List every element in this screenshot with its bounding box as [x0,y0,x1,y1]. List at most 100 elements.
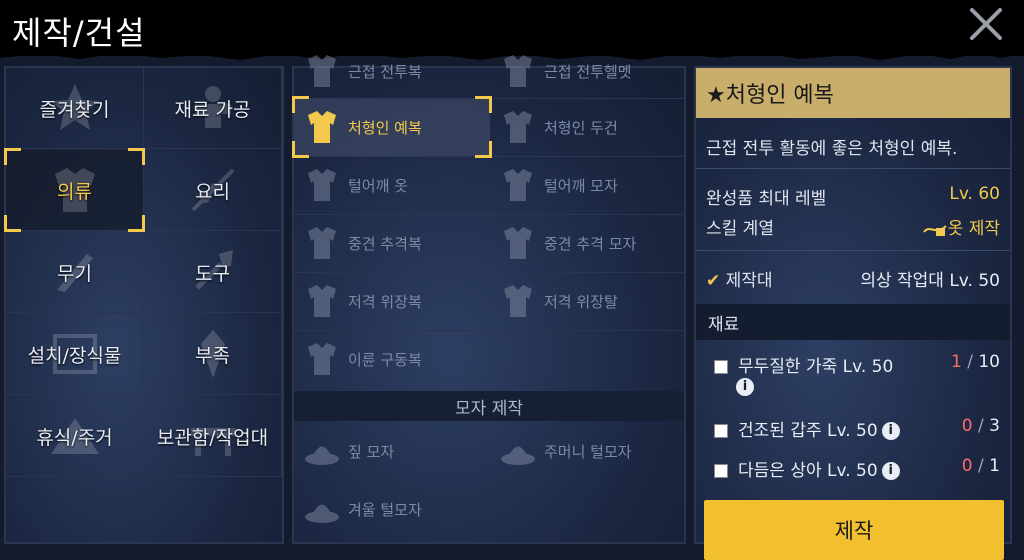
max-level-value: Lv. 60 [949,184,1000,204]
item-cell[interactable]: 저격 위장탈 [490,272,686,330]
clothing-icon [308,227,336,259]
clothing-icon [308,55,336,87]
detail-panel: ★처형인 예복 근접 전투 활동에 좋은 처형인 예복. 완성품 최대 레벨 L… [694,66,1012,560]
category-label: 보관함/작업대 [156,426,269,449]
checkbox[interactable] [714,424,728,438]
close-icon[interactable] [968,6,1004,42]
item-cell[interactable]: 근접 전투헬멧 [490,42,686,100]
item-cell[interactable]: 처형인 예복 [292,96,492,158]
category-label: 의류 [57,180,92,203]
category-7[interactable]: 부족 [144,314,282,395]
item-description: 근접 전투 활동에 좋은 처형인 예복. [706,139,958,159]
category-panel: 즐겨찾기 재료 가공의류 요리무기 도구설치/장식물 부족휴식/주거 보관함/작업대 [4,66,284,544]
clothing-icon [308,343,336,375]
item-cell [490,330,686,388]
workbench-label: 제작대 [725,271,773,291]
item-label: 처형인 두건 [544,118,618,137]
category-8[interactable]: 휴식/주거 [6,396,144,477]
check-icon: ✔ [706,271,721,291]
row-divider [294,272,684,273]
category-label: 무기 [57,262,92,285]
item-cell[interactable]: 주머니 털모자 [490,422,686,480]
craft-button[interactable]: 제작 [704,500,1004,560]
item-cell[interactable]: 중견 추격 모자 [490,214,686,272]
info-icon[interactable]: i [881,422,900,440]
material-name: 다듬은 상아 Lv. 50 [738,461,878,481]
clothing-icon [504,285,532,317]
category-label: 즐겨찾기 [39,98,110,121]
item-cell[interactable]: 짚 모자 [294,422,490,480]
material-row: 건조된 갑주 Lv. 50 i 0 / 3 [714,416,1000,441]
category-1[interactable]: 재료 가공 [144,68,282,149]
item-label: 주머니 털모자 [544,442,632,461]
item-label: 중견 추격복 [348,234,422,253]
item-label: 저격 위장탈 [544,292,618,311]
item-cell[interactable]: 털어깨 옷 [294,156,490,214]
skill-value: 옷 제작 [947,219,1000,239]
clothing-icon [504,55,532,87]
skill-row: 스킬 계열 옷 제작 [706,214,1000,239]
item-label: 겨울 털모자 [348,500,422,519]
category-label: 도구 [195,262,230,285]
item-cell[interactable]: 저격 위장복 [294,272,490,330]
category-5[interactable]: 도구 [144,232,282,313]
item-label: 처형인 예복 [348,118,422,137]
hat-icon [305,504,339,523]
max-level-label: 완성품 최대 레벨 [706,189,827,209]
hat-icon [501,446,535,465]
item-cell[interactable]: 근접 전투복 [294,42,490,100]
item-label: 털어깨 옷 [348,176,408,195]
checkbox[interactable] [714,360,728,374]
material-name: 무두질한 가죽 Lv. 50 [738,357,894,377]
workbench-value: 의상 작업대 Lv. 50 [860,271,1000,291]
selection-corner [292,96,309,113]
row-divider [294,214,684,215]
item-label: 털어깨 모자 [544,176,618,195]
clothing-icon [504,227,532,259]
category-6[interactable]: 설치/장식물 [6,314,144,395]
workbench-row: ✔ 제작대 의상 작업대 Lv. 50 [706,266,1000,291]
selection-corner [4,148,21,165]
sewing-icon [922,225,947,236]
selection-corner [4,215,21,232]
divider [696,168,1010,169]
material-qty: 1 / 10 [950,352,1000,372]
item-cell[interactable]: 중견 추격복 [294,214,490,272]
row-divider [294,330,684,331]
item-list-panel: 근접 전투복 근접 전투헬멧 처형인 예복 처형인 두건 털어깨 옷 털어깨 모자 중견 추… [292,55,686,544]
item-label: 중견 추격 모자 [544,234,637,253]
category-3[interactable]: 요리 [144,150,282,231]
checkbox[interactable] [714,464,728,478]
materials-header: 재료 [696,304,1010,340]
category-2[interactable]: 의류 [4,148,145,232]
hat-section-header: 모자 제작 [294,391,684,421]
item-label: 근접 전투헬멧 [544,62,632,81]
material-row: 무두질한 가죽 Lv. 50 i 1 / 10 [714,352,1000,397]
item-label: 이륜 구동복 [348,350,422,369]
hat-icon [305,446,339,465]
info-icon[interactable]: i [736,378,754,396]
info-icon[interactable]: i [881,462,900,480]
category-label: 재료 가공 [174,98,251,121]
material-qty: 0 / 1 [961,456,1000,476]
item-cell[interactable]: 처형인 두건 [490,98,686,156]
category-label: 설치/장식물 [27,344,122,367]
item-cell[interactable]: 겨울 털모자 [294,480,490,538]
item-cell[interactable]: 털어깨 모자 [490,156,686,214]
category-0[interactable]: 즐겨찾기 [6,68,144,149]
item-label: 저격 위장복 [348,292,422,311]
category-4[interactable]: 무기 [6,232,144,313]
category-label: 휴식/주거 [36,426,113,449]
category-9[interactable]: 보관함/작업대 [144,396,282,477]
item-label: 짚 모자 [348,442,395,461]
item-title: ★처형인 예복 [696,68,1010,118]
selection-corner [475,141,492,158]
clothing-icon [504,111,532,143]
item-cell [490,480,686,538]
selection-corner [292,141,309,158]
material-qty: 0 / 3 [961,416,1000,436]
clothing-icon [308,285,336,317]
skill-value-wrap: 옷 제작 [922,214,1000,239]
item-cell[interactable]: 이륜 구동복 [294,330,490,388]
divider [696,250,1010,251]
